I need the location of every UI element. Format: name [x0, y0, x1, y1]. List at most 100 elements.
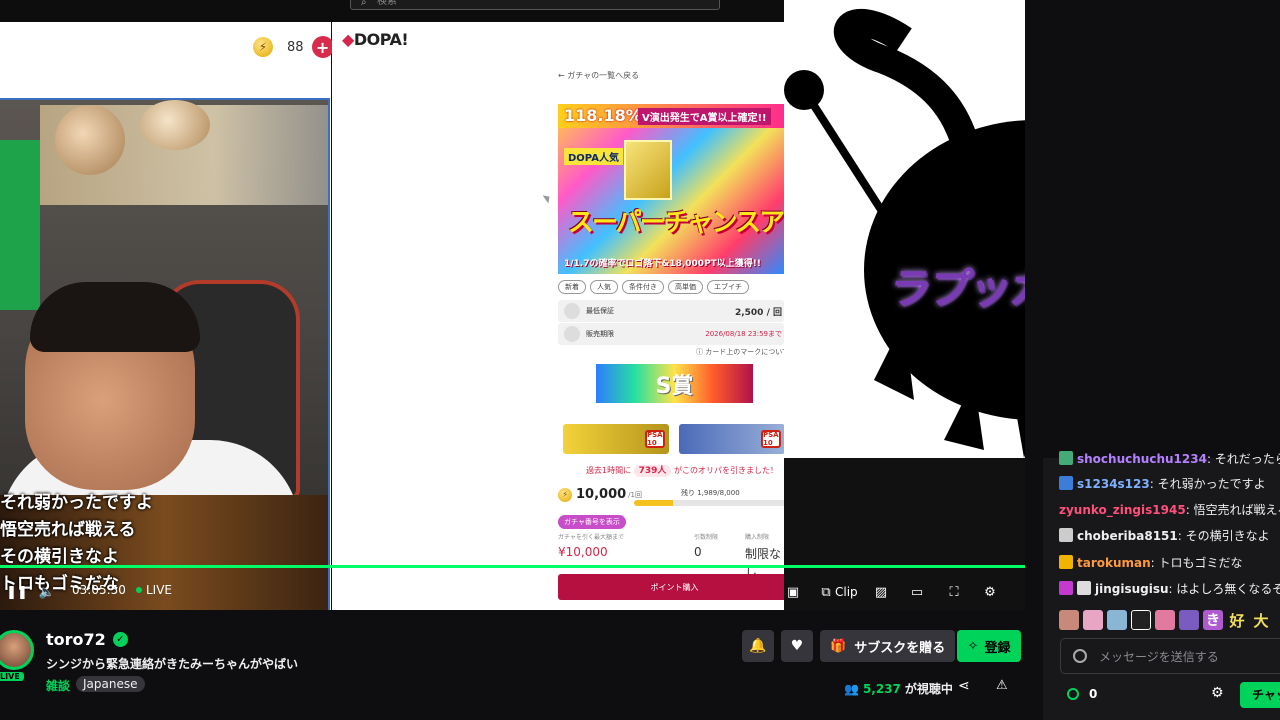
- emote-icon[interactable]: 好: [1227, 610, 1247, 630]
- theatre-mode-button[interactable]: ▣: [784, 583, 802, 601]
- theatre-icon: ▣: [786, 584, 800, 600]
- subscribe-button[interactable]: ✧ 登録: [957, 630, 1021, 662]
- chat-message[interactable]: zyunko_zingis1945: 悟空売れば戦える: [1059, 501, 1280, 518]
- channel-points[interactable]: 0: [1067, 687, 1097, 701]
- emote-icon[interactable]: [1083, 610, 1103, 630]
- tag-ebuichi[interactable]: エブイチ: [707, 280, 749, 294]
- emote-picker-icon[interactable]: [1073, 649, 1087, 663]
- webcam-lamp: [55, 105, 125, 175]
- tag-high-price[interactable]: 高単価: [668, 280, 703, 294]
- stat-purchase-limit: 購入制限 制限なし: [745, 532, 784, 579]
- min-guarantee-label: 最低保証: [586, 307, 614, 315]
- emote-icon[interactable]: [1155, 610, 1175, 630]
- more-options-button[interactable]: ⚠: [996, 678, 1008, 693]
- coin-icon: ⚡: [253, 37, 273, 57]
- sale-deadline-value: 2026/08/18 23:59まで: [705, 330, 782, 338]
- volume-button[interactable]: 🔈: [38, 583, 56, 601]
- emote-icon[interactable]: き: [1203, 610, 1223, 630]
- chat-username[interactable]: zyunko_zingis1945: [1059, 503, 1186, 517]
- tag-conditional[interactable]: 条件付き: [622, 280, 664, 294]
- viewers-icon: 👥: [844, 681, 859, 696]
- live-label: LIVE: [146, 583, 173, 597]
- chat-text: : それだったら…: [1206, 452, 1280, 466]
- psa-badge: PSA 10: [645, 430, 665, 448]
- notifications-button[interactable]: 🔔: [742, 630, 774, 662]
- dopa-logo-text: DOPA!: [353, 30, 409, 49]
- live-dot-icon: [136, 587, 142, 593]
- chat-username[interactable]: choberiba8151: [1077, 529, 1178, 543]
- webcam-lamp: [140, 100, 210, 150]
- clip-button[interactable]: ⧉ Clip: [817, 583, 858, 601]
- dopa-page: ◆DOPA! ← ガチャの一覧へ戻る 118.18% V演出発生でA賞以上確定!…: [332, 22, 784, 610]
- chat-panel: shochuchuchu1234: それだったら… s1234s123: それ弱…: [1043, 451, 1280, 720]
- language-tag[interactable]: Japanese: [76, 676, 145, 692]
- emote-icon[interactable]: [1179, 610, 1199, 630]
- video-player[interactable]: ⌕ 検索 ⚡ 88 + それ弱かったですよ 悟空売れば戦える その横引きなよ ト…: [0, 0, 1025, 610]
- chat-text: : それ弱かったですよ: [1149, 477, 1266, 491]
- streamer-hair: [30, 282, 200, 352]
- chat-text: : トロもゴミだな: [1150, 556, 1243, 570]
- buy-points-button[interactable]: ポイント購入: [558, 574, 784, 600]
- character-icon: [564, 303, 580, 319]
- chat-settings-button[interactable]: ⚙: [1211, 685, 1224, 701]
- image-icon: ▨: [874, 584, 888, 600]
- channel-avatar[interactable]: [0, 630, 34, 670]
- chat-username[interactable]: jingisugisu: [1095, 582, 1169, 596]
- chat-message[interactable]: jingisugisu: はよしろ無くなるぞ: [1059, 580, 1280, 597]
- alert-icon: ⚠: [996, 678, 1008, 693]
- chat-username[interactable]: shochuchuchu1234: [1077, 452, 1207, 466]
- recent-draws-count: 739人: [633, 465, 672, 477]
- live-progress-bar[interactable]: [0, 565, 1025, 568]
- recent-draws-suffix: がこのオリパを引きました！: [673, 466, 778, 475]
- clip-label: Clip: [835, 585, 858, 599]
- add-coins-button[interactable]: +: [311, 36, 334, 58]
- dopa-logo[interactable]: ◆DOPA!: [342, 30, 409, 49]
- channel-name-row[interactable]: toro72 ✓: [46, 630, 128, 649]
- chat-username[interactable]: tarokuman: [1077, 556, 1151, 570]
- gacha-banner[interactable]: 118.18% V演出発生でA賞以上確定!! DOPA人気 スーパーチャンスアッ…: [558, 104, 784, 274]
- tag-new[interactable]: 新着: [558, 280, 586, 294]
- channel-name[interactable]: toro72: [46, 630, 106, 649]
- follow-button[interactable]: ♥: [781, 630, 813, 662]
- sale-deadline-row: 販売期限 2026/08/18 23:59まで: [558, 323, 784, 345]
- prize-card[interactable]: PSA 10: [679, 424, 784, 454]
- recent-draws: 過去1時間に 739人 がこのオリパを引きました！: [586, 463, 778, 477]
- chat-message[interactable]: s1234s123: それ弱かったですよ: [1059, 475, 1266, 492]
- fullscreen-button[interactable]: ⛶: [945, 583, 963, 601]
- gift-sub-button[interactable]: 🎁 サブスクを贈る: [820, 630, 956, 662]
- search-input[interactable]: ⌕ 検索: [350, 0, 720, 10]
- subtitle-line: それ弱かったですよ: [0, 493, 153, 513]
- search-placeholder: 検索: [377, 0, 397, 7]
- card-mark-link[interactable]: ⓘ カード上のマークについて: [696, 347, 784, 357]
- stream-info: LIVE toro72 ✓ シンジから緊急連絡がきたみーちゃんがやばい 雑談 J…: [0, 610, 1043, 720]
- silhouette-art: [784, 8, 1025, 458]
- emote-icon[interactable]: [1131, 610, 1151, 630]
- psa-badge: PSA 10: [761, 430, 781, 448]
- screenshot-button[interactable]: ▨: [872, 583, 890, 601]
- category-link[interactable]: 雑談: [46, 677, 70, 694]
- share-button[interactable]: ⋖: [958, 678, 970, 694]
- chat-message[interactable]: choberiba8151: その横引きなよ: [1059, 527, 1270, 544]
- prize-card[interactable]: PSA 10: [563, 424, 669, 454]
- play-pause-button[interactable]: ❚❚: [6, 583, 28, 601]
- gift-icon: 🎁: [830, 638, 847, 654]
- chat-message[interactable]: shochuchuchu1234: それだったら…: [1059, 450, 1280, 467]
- chat-message[interactable]: tarokuman: トロもゴミだな: [1059, 554, 1243, 571]
- chat-username[interactable]: s1234s123: [1077, 477, 1150, 491]
- chat-badge-icon: [1059, 476, 1073, 490]
- back-to-list-link[interactable]: ← ガチャの一覧へ戻る: [558, 70, 639, 81]
- banner-card-image: [624, 140, 672, 200]
- chat-send-button[interactable]: チャット: [1240, 682, 1280, 708]
- emote-icon[interactable]: [1059, 610, 1079, 630]
- emote-icon[interactable]: 大: [1251, 610, 1271, 630]
- s-prize-banner: S賞: [596, 364, 753, 403]
- chat-input[interactable]: メッセージを送信する: [1060, 638, 1280, 674]
- banner-caption: V演出発生でA賞以上確定!!: [638, 108, 771, 125]
- emote-icon[interactable]: [1107, 610, 1127, 630]
- clip-icon: ⧉: [821, 584, 831, 600]
- show-gacha-number-pill[interactable]: ガチャ番号を表示: [558, 515, 626, 529]
- tag-popular[interactable]: 人気: [590, 280, 618, 294]
- miniplayer-button[interactable]: ▭: [908, 583, 926, 601]
- chat-text: : 悟空売れば戦える: [1185, 503, 1280, 517]
- settings-button[interactable]: ⚙: [981, 583, 999, 601]
